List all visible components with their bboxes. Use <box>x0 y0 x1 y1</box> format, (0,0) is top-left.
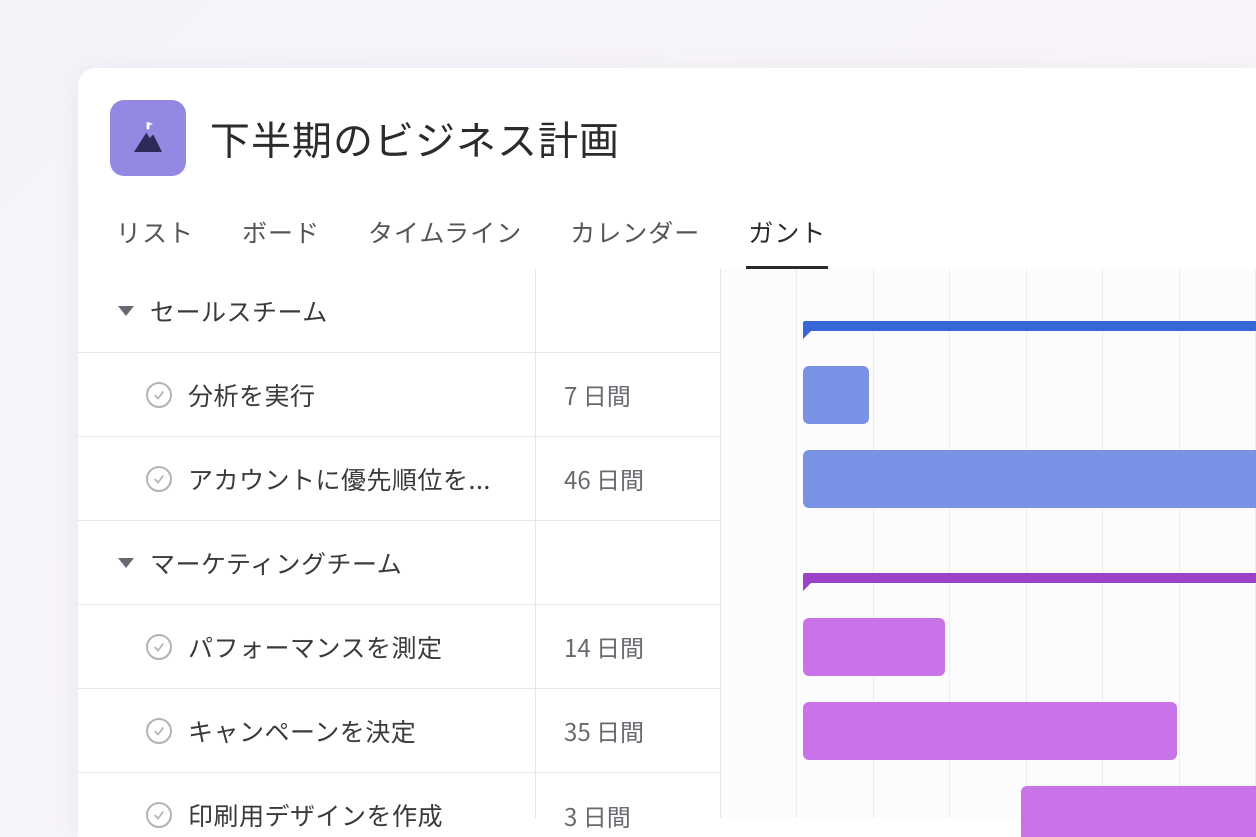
duration-cell: 35 日間 <box>536 689 720 773</box>
app-window: 下半期のビジネス計画 リスト ボード タイムライン カレンダー ガント セールス… <box>78 68 1256 837</box>
project-header: 下半期のビジネス計画 <box>78 68 1256 194</box>
task-name: 印刷用デザインを作成 <box>188 797 443 833</box>
gantt-task-bar-row <box>721 605 1256 689</box>
tab-timeline[interactable]: タイムライン <box>366 204 524 269</box>
gantt-task-bar[interactable] <box>803 702 1177 760</box>
task-row[interactable]: キャンペーンを決定 <box>78 689 535 773</box>
task-row[interactable]: 印刷用デザインを作成 <box>78 773 535 837</box>
gantt-task-bar[interactable] <box>803 450 1256 508</box>
mountain-flag-icon <box>127 117 169 159</box>
task-row[interactable]: パフォーマンスを測定 <box>78 605 535 689</box>
group-row[interactable]: セールスチーム <box>78 269 535 353</box>
tab-calendar[interactable]: カレンダー <box>568 204 702 269</box>
gantt-group-bar[interactable] <box>803 321 1256 331</box>
task-name: パフォーマンスを測定 <box>188 629 443 665</box>
duration-cell: 3 日間 <box>536 773 720 837</box>
gantt-task-bar[interactable] <box>1021 786 1256 837</box>
gantt-content: セールスチーム 分析を実行 アカウントに優先順位を... <box>78 269 1256 818</box>
duration-column: 7 日間 46 日間 14 日間 35 日間 3 日間 <box>536 269 721 818</box>
gantt-timeline[interactable] <box>721 269 1256 818</box>
group-name: マーケティングチーム <box>150 545 402 581</box>
group-name: セールスチーム <box>150 293 328 329</box>
task-name: キャンペーンを決定 <box>188 713 416 749</box>
task-row[interactable]: アカウントに優先順位を... <box>78 437 535 521</box>
check-circle-icon[interactable] <box>146 634 172 660</box>
duration-cell <box>536 521 720 605</box>
duration-cell: 7 日間 <box>536 353 720 437</box>
check-circle-icon[interactable] <box>146 382 172 408</box>
task-name: 分析を実行 <box>188 377 316 413</box>
chevron-down-icon[interactable] <box>118 306 134 316</box>
duration-cell: 14 日間 <box>536 605 720 689</box>
chevron-down-icon[interactable] <box>118 558 134 568</box>
task-name: アカウントに優先順位を... <box>188 461 491 497</box>
gantt-task-bar[interactable] <box>803 366 869 424</box>
check-circle-icon[interactable] <box>146 718 172 744</box>
group-row[interactable]: マーケティングチーム <box>78 521 535 605</box>
project-title: 下半期のビジネス計画 <box>210 109 620 167</box>
task-row[interactable]: 分析を実行 <box>78 353 535 437</box>
gantt-group-bar-row <box>721 269 1256 353</box>
tab-list[interactable]: リスト <box>114 204 196 269</box>
duration-cell: 46 日間 <box>536 437 720 521</box>
task-name-column: セールスチーム 分析を実行 アカウントに優先順位を... <box>78 269 536 818</box>
check-circle-icon[interactable] <box>146 802 172 828</box>
project-icon[interactable] <box>110 100 186 176</box>
view-tabs: リスト ボード タイムライン カレンダー ガント <box>78 204 1256 269</box>
gantt-task-bar[interactable] <box>803 618 945 676</box>
tab-board[interactable]: ボード <box>240 204 322 269</box>
duration-cell <box>536 269 720 353</box>
check-circle-icon[interactable] <box>146 466 172 492</box>
tab-gantt[interactable]: ガント <box>746 204 828 269</box>
gantt-group-bar-row <box>721 521 1256 605</box>
gantt-task-bar-row <box>721 353 1256 437</box>
gantt-task-bar-row <box>721 773 1256 837</box>
gantt-task-bar-row <box>721 689 1256 773</box>
gantt-group-bar[interactable] <box>803 573 1256 583</box>
gantt-task-bar-row <box>721 437 1256 521</box>
